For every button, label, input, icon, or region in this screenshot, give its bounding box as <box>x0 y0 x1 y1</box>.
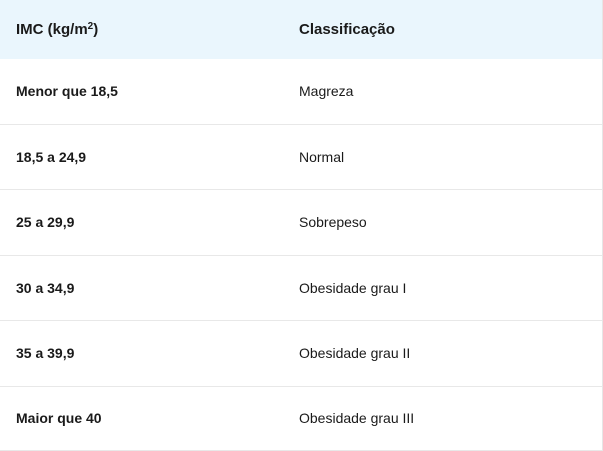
header-imc: IMC (kg/m2) <box>0 21 284 38</box>
header-imc-prefix: IMC (kg/m <box>16 21 88 38</box>
imc-range: 25 a 29,9 <box>16 214 75 231</box>
imc-range: Menor que 18,5 <box>16 83 118 100</box>
classification-value: Normal <box>299 148 345 165</box>
header-classification: Classificação <box>299 21 395 38</box>
table-header: IMC (kg/m2) Classificação <box>0 0 602 59</box>
classification-value: Magreza <box>299 83 354 100</box>
table-row: 18,5 a 24,9 Normal <box>0 125 602 190</box>
classification-value: Obesidade grau I <box>299 279 407 296</box>
header-imc-suffix: ) <box>93 21 99 38</box>
classification-value: Obesidade grau III <box>299 410 415 426</box>
classification-value: Sobrepeso <box>299 214 367 231</box>
table-row: Maior que 40 Obesidade grau III <box>0 387 602 451</box>
table-row: 35 a 39,9 Obesidade grau II <box>0 321 602 387</box>
classification-value: Obesidade grau II <box>299 345 411 362</box>
imc-range: Maior que 40 <box>16 410 102 426</box>
imc-range: 35 a 39,9 <box>16 345 75 362</box>
table-row: 25 a 29,9 Sobrepeso <box>0 190 602 256</box>
table-row: 30 a 34,9 Obesidade grau I <box>0 256 602 321</box>
imc-range: 30 a 34,9 <box>16 279 75 296</box>
table-row: Menor que 18,5 Magreza <box>0 59 602 125</box>
bmi-table: IMC (kg/m2) Classificação Menor que 18,5… <box>0 0 603 451</box>
imc-range: 18,5 a 24,9 <box>16 148 87 165</box>
